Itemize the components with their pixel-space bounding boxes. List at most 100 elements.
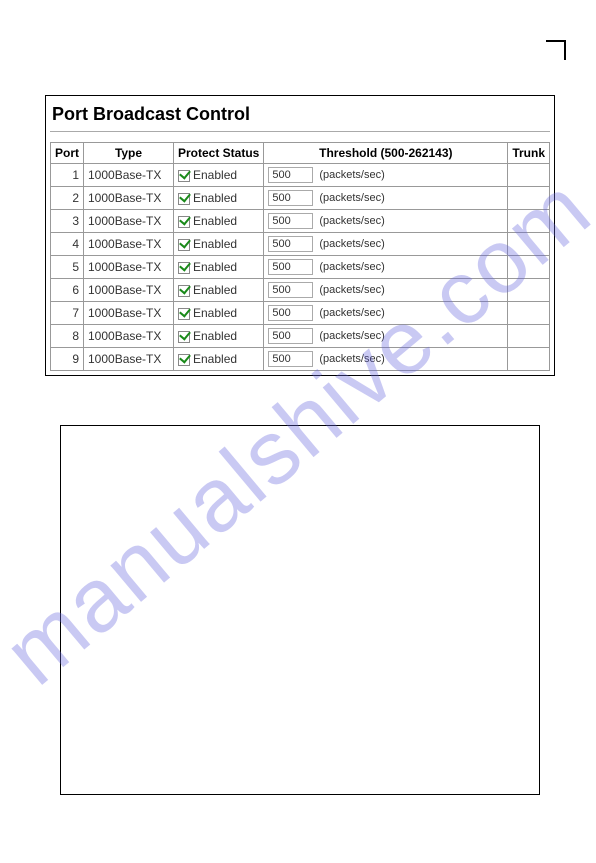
threshold-input[interactable]: 500 [268,305,313,321]
cell-threshold: 500 (packets/sec) [264,325,508,348]
cell-type: 1000Base-TX [84,187,174,210]
header-port: Port [51,143,84,164]
threshold-unit: (packets/sec) [319,330,384,342]
threshold-unit: (packets/sec) [319,307,384,319]
cell-type: 1000Base-TX [84,256,174,279]
enabled-label: Enabled [193,352,237,366]
threshold-unit: (packets/sec) [319,353,384,365]
cell-threshold: 500 (packets/sec) [264,256,508,279]
table-row: 71000Base-TX Enabled 500 (packets/sec) [51,302,550,325]
table-row: 51000Base-TX Enabled 500 (packets/sec) [51,256,550,279]
threshold-unit: (packets/sec) [319,192,384,204]
figure-container: Port Broadcast Control Port Type Protect… [45,95,555,376]
enabled-checkbox[interactable] [178,193,190,205]
enabled-label: Enabled [193,191,237,205]
table-row: 61000Base-TX Enabled 500 (packets/sec) [51,279,550,302]
threshold-input[interactable]: 500 [268,190,313,206]
threshold-input[interactable]: 500 [268,236,313,252]
page-title: Port Broadcast Control [50,100,550,127]
cell-type: 1000Base-TX [84,325,174,348]
enabled-label: Enabled [193,237,237,251]
cell-threshold: 500 (packets/sec) [264,348,508,371]
cell-port: 2 [51,187,84,210]
cell-trunk [508,302,550,325]
threshold-unit: (packets/sec) [319,169,384,181]
cell-threshold: 500 (packets/sec) [264,233,508,256]
threshold-input[interactable]: 500 [268,282,313,298]
cell-threshold: 500 (packets/sec) [264,164,508,187]
enabled-label: Enabled [193,329,237,343]
threshold-input[interactable]: 500 [268,328,313,344]
cell-protect: Enabled [174,210,264,233]
enabled-checkbox[interactable] [178,170,190,182]
threshold-unit: (packets/sec) [319,284,384,296]
cell-threshold: 500 (packets/sec) [264,210,508,233]
table-row: 31000Base-TX Enabled 500 (packets/sec) [51,210,550,233]
threshold-input[interactable]: 500 [268,213,313,229]
threshold-input[interactable]: 500 [268,167,313,183]
cell-protect: Enabled [174,348,264,371]
enabled-label: Enabled [193,168,237,182]
cell-port: 1 [51,164,84,187]
header-trunk: Trunk [508,143,550,164]
enabled-checkbox[interactable] [178,285,190,297]
table-row: 41000Base-TXEnabled500(packets/sec) [51,233,550,256]
cell-protect: Enabled [174,256,264,279]
cell-type: 1000Base-TX [84,164,174,187]
cell-protect: Enabled [174,164,264,187]
enabled-checkbox[interactable] [178,354,190,366]
header-type: Type [84,143,174,164]
page-corner-mark [546,40,566,60]
port-broadcast-table: Port Type Protect Status Threshold (500-… [50,142,550,371]
threshold-unit: (packets/sec) [319,215,384,227]
threshold-input[interactable]: 500 [268,259,313,275]
cell-port: 5 [51,256,84,279]
cell-trunk [508,279,550,302]
cell-protect: Enabled [174,302,264,325]
enabled-label: Enabled [193,214,237,228]
enabled-checkbox[interactable] [178,262,190,274]
threshold-unit: (packets/sec) [319,261,384,273]
cell-port: 9 [51,348,84,371]
cell-threshold: 500 (packets/sec) [264,302,508,325]
cell-protect: Enabled [174,279,264,302]
cell-trunk [508,210,550,233]
cell-trunk [508,256,550,279]
enabled-label: Enabled [193,283,237,297]
cell-port: 3 [51,210,84,233]
cell-trunk [508,233,550,256]
cell-type: 1000Base-TX [84,210,174,233]
table-row: 21000Base-TX Enabled 500 (packets/sec) [51,187,550,210]
table-row: 11000Base-TX Enabled 500 (packets/sec) [51,164,550,187]
enabled-checkbox[interactable] [178,331,190,343]
cell-type: 1000Base-TX [84,279,174,302]
table-row: 81000Base-TX Enabled 500 (packets/sec) [51,325,550,348]
cell-trunk [508,348,550,371]
cell-threshold: 500 (packets/sec) [264,187,508,210]
enabled-checkbox[interactable] [178,239,190,251]
cell-port: 7 [51,302,84,325]
cell-trunk [508,164,550,187]
cell-type: 1000Base-TX [84,348,174,371]
threshold-input[interactable]: 500 [268,351,313,367]
empty-figure-box [60,425,540,795]
enabled-label: Enabled [193,260,237,274]
threshold-unit: (packets/sec) [319,238,384,250]
cell-type: 1000Base-TX [84,233,174,256]
cell-trunk [508,325,550,348]
table-header-row: Port Type Protect Status Threshold (500-… [51,143,550,164]
divider [50,131,550,132]
cell-protect: Enabled [174,325,264,348]
cell-threshold: 500 (packets/sec) [264,279,508,302]
cell-type: 1000Base-TX [84,302,174,325]
enabled-checkbox[interactable] [178,216,190,228]
header-protect: Protect Status [174,143,264,164]
cell-protect: Enabled [174,233,264,256]
cell-trunk [508,187,550,210]
cell-port: 6 [51,279,84,302]
cell-port: 8 [51,325,84,348]
table-row: 91000Base-TX Enabled 500 (packets/sec) [51,348,550,371]
cell-protect: Enabled [174,187,264,210]
enabled-label: Enabled [193,306,237,320]
enabled-checkbox[interactable] [178,308,190,320]
